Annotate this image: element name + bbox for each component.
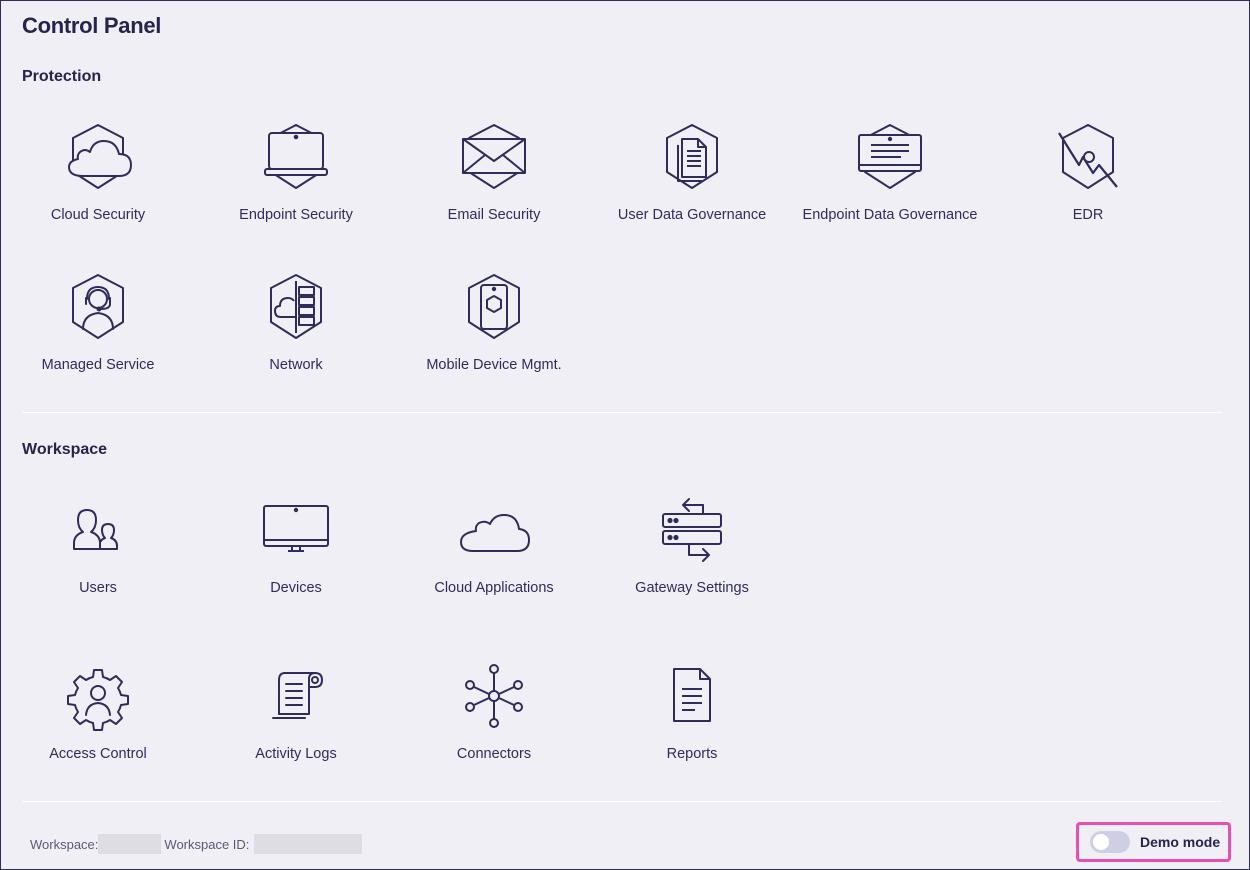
tile-email-security[interactable]: Email Security <box>395 121 593 241</box>
page-title: Control Panel <box>22 13 162 38</box>
tile-label: Endpoint Security <box>239 207 353 223</box>
tile-label: EDR <box>1072 207 1104 223</box>
section-title-workspace: Workspace <box>22 441 108 458</box>
tile-label: Endpoint Data Governance <box>802 207 978 223</box>
tile-users[interactable]: Users <box>0 493 197 613</box>
section-divider <box>22 801 1222 802</box>
report-document-icon <box>655 659 729 733</box>
tile-managed-service[interactable]: Managed Service <box>0 271 197 391</box>
tile-edr[interactable]: EDR <box>989 121 1187 241</box>
workspace-label: Workspace: <box>30 836 99 852</box>
edr-shield-icon <box>1051 121 1125 195</box>
scroll-log-icon <box>259 659 333 733</box>
tile-label: Reports <box>666 746 718 762</box>
gateway-server-icon <box>655 493 729 567</box>
tile-label: Cloud Security <box>50 207 146 223</box>
tile-label: Users <box>79 580 117 596</box>
tile-label: User Data Governance <box>617 207 767 223</box>
network-shield-icon <box>259 271 333 345</box>
control-panel: Control Panel Protection Cloud Security … <box>0 0 1250 870</box>
users-icon <box>61 493 135 567</box>
tile-label: Activity Logs <box>255 746 337 762</box>
tile-label: Cloud Applications <box>434 580 554 596</box>
tile-gateway-settings[interactable]: Gateway Settings <box>593 493 791 613</box>
demo-mode-label: Demo mode <box>1140 834 1221 850</box>
tile-label: Email Security <box>447 207 541 223</box>
workspace-info: Workspace: Workspace ID: <box>30 834 363 854</box>
tile-mobile-device-mgmt[interactable]: Mobile Device Mgmt. <box>395 271 593 391</box>
user-gear-icon <box>61 659 135 733</box>
hub-connectors-icon <box>457 659 531 733</box>
tile-label: Managed Service <box>41 357 155 373</box>
tile-devices[interactable]: Devices <box>197 493 395 613</box>
tile-access-control[interactable]: Access Control <box>0 659 197 779</box>
tile-label: Network <box>269 357 323 373</box>
tile-cloud-security[interactable]: Cloud Security <box>0 121 197 241</box>
workspace-id-label: Workspace ID: <box>164 836 250 852</box>
tile-activity-logs[interactable]: Activity Logs <box>197 659 395 779</box>
tile-label: Devices <box>270 580 322 596</box>
demo-mode-control[interactable]: Demo mode <box>1076 822 1231 862</box>
cloud-icon <box>457 493 531 567</box>
tile-user-data-governance[interactable]: User Data Governance <box>593 121 791 241</box>
tile-network[interactable]: Network <box>197 271 395 391</box>
envelope-shield-icon <box>457 121 531 195</box>
tile-endpoint-security[interactable]: Endpoint Security <box>197 121 395 241</box>
workspace-id-redacted <box>254 834 363 854</box>
workspace-name-redacted <box>98 834 162 854</box>
tile-label: Access Control <box>49 746 147 762</box>
tile-cloud-applications[interactable]: Cloud Applications <box>395 493 593 613</box>
document-shield-icon <box>655 121 729 195</box>
tile-label: Mobile Device Mgmt. <box>426 357 562 373</box>
monitor-icon <box>259 493 333 567</box>
laptop-shield-icon <box>259 121 333 195</box>
toggle-knob <box>1093 834 1109 850</box>
cloud-shield-icon <box>61 121 135 195</box>
tile-connectors[interactable]: Connectors <box>395 659 593 779</box>
tile-label: Connectors <box>456 746 532 762</box>
tile-label: Gateway Settings <box>635 580 749 596</box>
headset-agent-icon <box>61 271 135 345</box>
tile-reports[interactable]: Reports <box>593 659 791 779</box>
monitor-data-shield-icon <box>853 121 927 195</box>
section-title-protection: Protection <box>22 68 102 85</box>
mobile-shield-icon <box>457 271 531 345</box>
section-divider <box>22 412 1222 413</box>
demo-mode-toggle[interactable] <box>1090 831 1130 853</box>
tile-endpoint-data-governance[interactable]: Endpoint Data Governance <box>791 121 989 241</box>
